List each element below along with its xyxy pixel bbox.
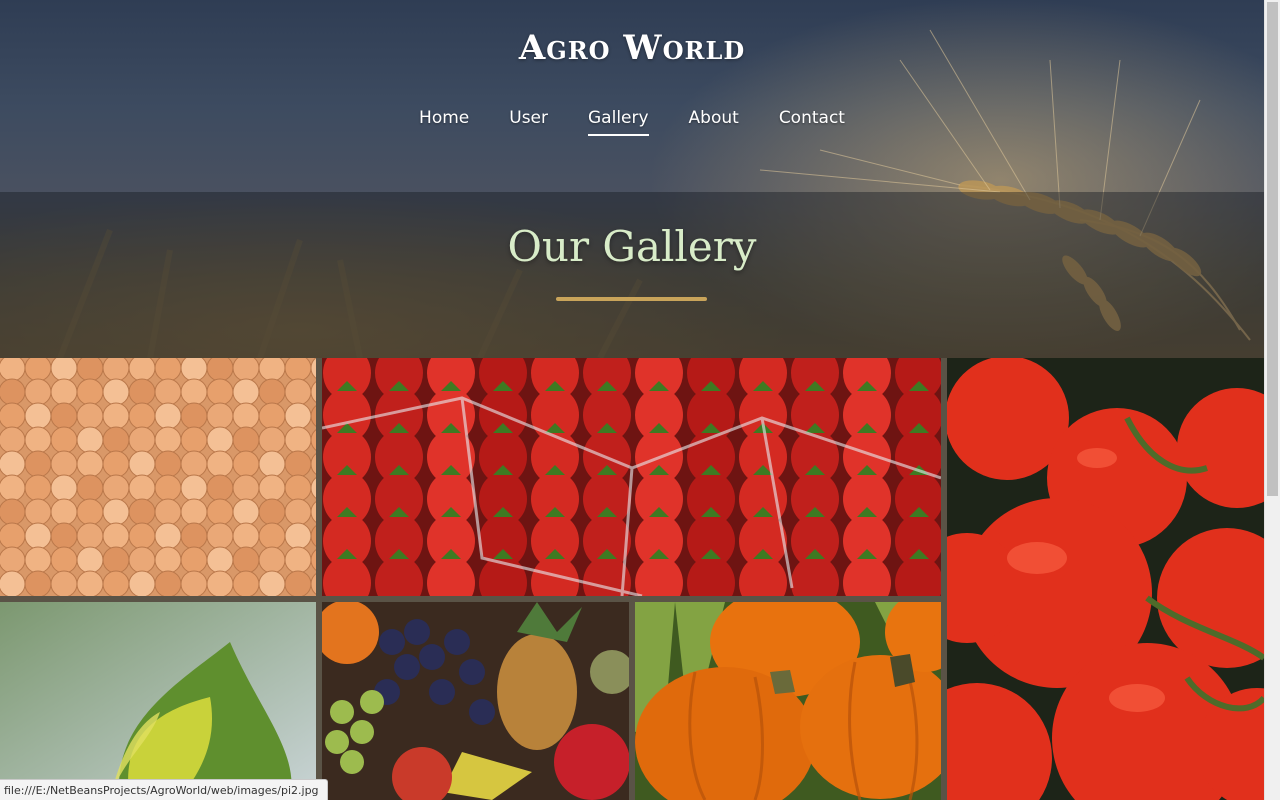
gallery-image-leaf[interactable] xyxy=(0,602,316,800)
gallery-image-tomatoes[interactable] xyxy=(947,358,1264,800)
browser-status-bar: file:///E:/NetBeansProjects/AgroWorld/we… xyxy=(0,779,328,800)
main-nav: Home User Gallery About Contact xyxy=(0,108,1264,136)
site-logo-title[interactable]: Agro World xyxy=(0,28,1264,68)
nav-gallery[interactable]: Gallery xyxy=(588,108,649,136)
leaf-image xyxy=(0,602,316,800)
gallery-image-apricots[interactable] xyxy=(0,358,316,596)
nav-about[interactable]: About xyxy=(689,108,739,136)
nav-home[interactable]: Home xyxy=(419,108,469,136)
gallery-image-fruits[interactable] xyxy=(322,602,629,800)
gallery-image-pumpkins[interactable] xyxy=(635,602,941,800)
nav-user[interactable]: User xyxy=(509,108,548,136)
apricots-image xyxy=(0,358,316,596)
mixed-fruits-image xyxy=(322,602,629,800)
gallery-header-band xyxy=(0,192,1264,358)
gallery-image-strawberries[interactable] xyxy=(322,358,941,596)
nav-contact[interactable]: Contact xyxy=(779,108,845,136)
tomatoes-image xyxy=(947,358,1264,800)
page-title: Our Gallery xyxy=(507,222,757,271)
page: Agro World Home User Gallery About Conta… xyxy=(0,0,1280,800)
title-underline xyxy=(556,297,707,301)
scrollbar-thumb[interactable] xyxy=(1267,2,1278,496)
strawberries-image xyxy=(322,358,941,596)
vertical-scrollbar[interactable] xyxy=(1264,0,1280,800)
hero-banner: Agro World Home User Gallery About Conta… xyxy=(0,0,1264,358)
pumpkins-image xyxy=(635,602,941,800)
